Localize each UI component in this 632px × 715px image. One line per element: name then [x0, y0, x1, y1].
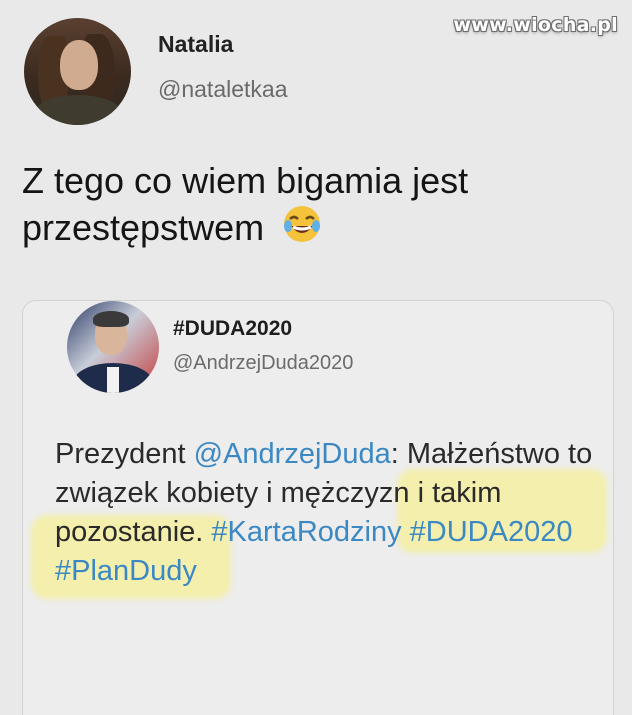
hashtag-link[interactable]: #DUDA2020	[410, 516, 573, 548]
laughing-emoji-icon	[282, 204, 322, 255]
avatar[interactable]	[24, 18, 131, 125]
hashtag-link[interactable]: #KartaRodziny	[211, 516, 401, 548]
quoted-author-handle[interactable]: @AndrzejDuda2020	[173, 352, 353, 375]
author-info: Natalia @nataletkaa	[158, 31, 288, 103]
quoted-avatar[interactable]	[67, 301, 159, 393]
quoted-tweet[interactable]: #DUDA2020 @AndrzejDuda2020 Prezydent @An…	[22, 300, 614, 715]
tweet-text-content: Z tego co wiem bigamia jest przestępstwe…	[22, 160, 469, 248]
watermark: www.wiocha.pl	[453, 14, 618, 36]
quoted-author-info: #DUDA2020 @AndrzejDuda2020	[173, 317, 353, 375]
author-handle[interactable]: @nataletkaa	[158, 76, 288, 103]
mention-link[interactable]: @AndrzejDuda	[194, 438, 391, 470]
quoted-author-name[interactable]: #DUDA2020	[173, 317, 353, 341]
quoted-tweet-text: Prezydent @AndrzejDuda: Małżeństwo to zw…	[55, 435, 615, 591]
tweet-text: Z tego co wiem bigamia jest przestępstwe…	[22, 158, 612, 255]
quoted-text-prefix: Prezydent	[55, 438, 194, 470]
hashtag-link[interactable]: #PlanDudy	[55, 555, 197, 587]
tweet-header: Natalia @nataletkaa	[24, 18, 288, 125]
author-name[interactable]: Natalia	[158, 31, 288, 58]
